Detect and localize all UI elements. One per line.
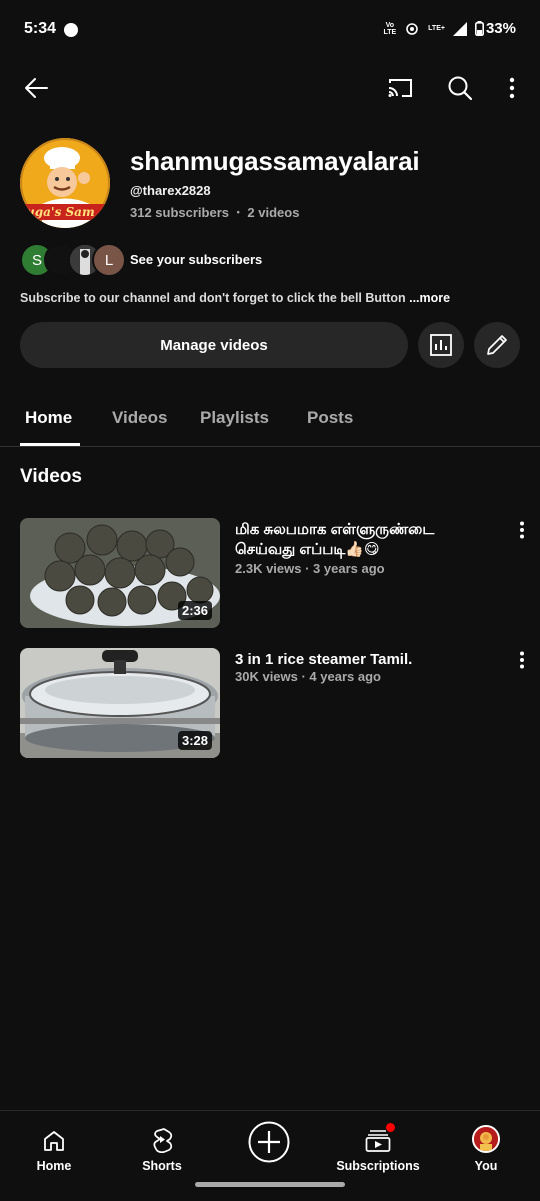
pencil-icon: [487, 335, 507, 355]
video-options-button[interactable]: [512, 649, 532, 671]
status-bar: 5:34 Vo LTE LTE+ 33%: [0, 0, 540, 60]
battery-percent: 33%: [485, 20, 516, 37]
notification-dot: [386, 1123, 395, 1132]
video-meta: 2.3K views · 3 years ago: [235, 561, 385, 576]
nav-you-label: You: [474, 1159, 498, 1173]
status-dot-icon: [64, 23, 78, 37]
create-button[interactable]: [248, 1121, 290, 1163]
edit-channel-button[interactable]: [474, 322, 520, 368]
bottom-navigation: Home Shorts Subscriptions You: [0, 1110, 540, 1201]
more-link[interactable]: ...more: [409, 291, 450, 305]
system-icons: Vo LTE LTE+ 33%: [383, 20, 516, 37]
video-meta: 30K views · 4 years ago: [235, 669, 381, 684]
channel-tabs: Home Videos Playlists Posts: [0, 392, 540, 447]
gesture-home-indicator[interactable]: [195, 1182, 345, 1187]
back-button[interactable]: [16, 68, 56, 108]
tab-posts[interactable]: Posts: [307, 408, 353, 428]
cast-icon: [388, 79, 412, 97]
video-title[interactable]: 3 in 1 rice steamer Tamil.: [235, 650, 495, 670]
avatar-logo-text: uga's Sam: [26, 205, 95, 219]
video-options-button[interactable]: [512, 519, 532, 541]
see-subscribers-link[interactable]: See your subscribers: [130, 252, 262, 267]
nav-shorts[interactable]: Shorts: [122, 1111, 202, 1173]
battery-icon: [474, 21, 484, 36]
description-text: Subscribe to our channel and don't forge…: [20, 291, 410, 305]
channel-avatar[interactable]: uga's Sam: [20, 138, 110, 228]
video-thumbnail[interactable]: 2:36: [20, 518, 220, 628]
home-icon: [44, 1131, 64, 1151]
status-time: 5:34: [24, 20, 57, 37]
nav-subscriptions[interactable]: Subscriptions: [333, 1111, 423, 1173]
section-title: Videos: [20, 466, 82, 487]
nav-subscriptions-label: Subscriptions: [336, 1159, 420, 1173]
stats-separator: •: [236, 207, 240, 217]
analytics-icon: [430, 334, 452, 356]
you-avatar: [472, 1125, 500, 1153]
tab-playlists[interactable]: Playlists: [200, 408, 269, 428]
top-app-bar: [0, 60, 540, 116]
active-tab-indicator: [20, 443, 80, 446]
signal-icon: [452, 21, 467, 36]
kebab-menu-icon: [520, 521, 524, 539]
create-icon: [248, 1121, 290, 1163]
search-icon: [448, 76, 473, 101]
hotspot-icon: [406, 22, 418, 35]
tab-videos[interactable]: Videos: [112, 408, 167, 428]
more-options-button[interactable]: [496, 68, 528, 108]
lte-plus-label: LTE+: [428, 25, 445, 32]
volte-label: Vo LTE: [383, 21, 397, 36]
kebab-menu-icon: [509, 77, 515, 99]
channel-handle: @tharex2828: [130, 183, 211, 198]
back-arrow-icon: [25, 78, 48, 98]
subscriber-avatars[interactable]: S L: [20, 243, 126, 277]
cast-button[interactable]: [380, 68, 420, 108]
nav-home-label: Home: [36, 1159, 72, 1173]
video-title[interactable]: மிக சுலபமாக எள்ளுருண்டை செய்வது எப்படி👍🏻…: [235, 520, 495, 560]
nav-shorts-label: Shorts: [142, 1159, 182, 1173]
kebab-menu-icon: [520, 651, 524, 669]
nav-home[interactable]: Home: [14, 1111, 94, 1173]
nav-you[interactable]: You: [446, 1111, 526, 1173]
subscriber-count: 312 subscribers: [130, 205, 230, 220]
video-count: 2 videos: [247, 205, 300, 220]
channel-description[interactable]: Subscribe to our channel and don't forge…: [20, 291, 450, 305]
video-duration: 2:36: [177, 601, 212, 620]
tab-home[interactable]: Home: [25, 408, 72, 428]
video-duration: 3:28: [177, 731, 212, 750]
channel-name: shanmugassamayalarai: [130, 146, 420, 176]
video-thumbnail[interactable]: 3:28: [20, 648, 220, 758]
search-button[interactable]: [440, 68, 480, 108]
analytics-button[interactable]: [418, 322, 464, 368]
channel-stats: 312 subscribers • 2 videos: [130, 205, 299, 220]
manage-videos-button[interactable]: Manage videos: [20, 322, 408, 368]
subscriber-avatar: L: [92, 243, 126, 277]
shorts-icon: [153, 1128, 173, 1153]
